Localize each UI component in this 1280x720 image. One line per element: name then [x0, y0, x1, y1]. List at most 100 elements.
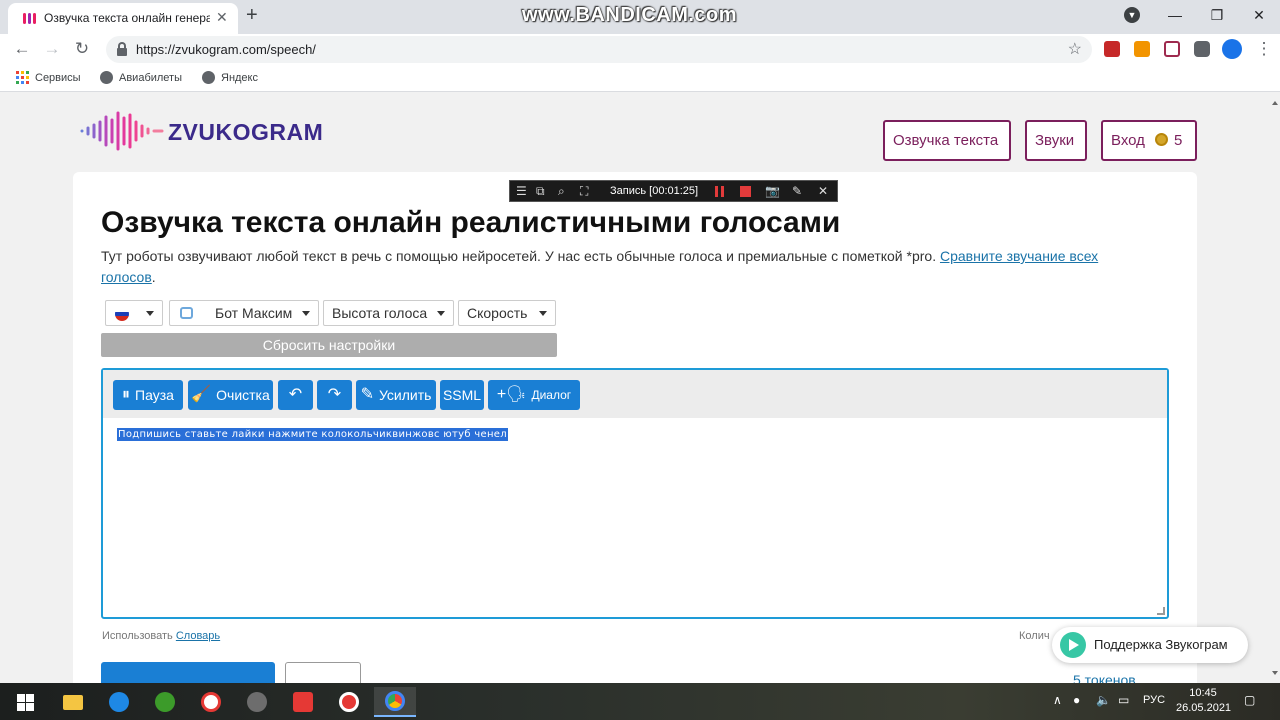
notifications-icon[interactable]: ▢	[1244, 693, 1255, 707]
editor-text[interactable]: Подпишись ставьте лайки нажмите колоколь…	[117, 428, 508, 441]
back-icon[interactable]: ←	[10, 37, 34, 61]
dictionary-link[interactable]: Словарь	[176, 630, 220, 642]
utorrent-button[interactable]	[146, 687, 184, 717]
bandicam-button[interactable]	[330, 687, 368, 717]
pdf-extension-icon[interactable]	[1104, 41, 1120, 57]
globe-icon	[202, 71, 215, 84]
scroll-up-icon[interactable]	[1272, 101, 1278, 105]
address-bar[interactable]: https://zvukogram.com/speech/ ☆	[106, 36, 1092, 63]
pause-button[interactable]: ⏸ Пауза	[113, 380, 183, 410]
bookmark-star-icon[interactable]: ☆	[1068, 39, 1082, 59]
volume-icon[interactable]: 🔈	[1096, 693, 1111, 707]
menu-icon[interactable]: ☰	[516, 184, 527, 198]
reload-icon[interactable]: ↻	[70, 37, 94, 61]
page-description: Тут роботы озвучивают любой текст в речь…	[101, 246, 1131, 288]
reset-settings-button[interactable]: Сбросить настройки	[101, 333, 557, 357]
new-tab-icon[interactable]: +	[246, 4, 258, 27]
pause-recording-icon[interactable]	[715, 186, 724, 197]
edge-button[interactable]	[100, 687, 138, 717]
browser-tab[interactable]: Озвучка текста онлайн генерат ✕	[8, 3, 238, 34]
page-scrollbar[interactable]	[1270, 93, 1280, 683]
chrome-button[interactable]	[374, 687, 416, 717]
bookmark-aviatickets[interactable]: Авиабилеты	[100, 71, 182, 84]
text-editor[interactable]: ⏸ Пауза 🧹 Очистка ↶ ↷ ✎ Усилить SSML +🗣 …	[101, 368, 1169, 619]
fullscreen-icon[interactable]: ⛶	[580, 184, 588, 199]
tab-close-icon[interactable]: ✕	[216, 9, 228, 26]
tokens-counter: 5 токенов	[1073, 672, 1136, 683]
speed-select[interactable]: Скорость	[458, 300, 556, 326]
pause-label: Пауза	[135, 387, 174, 403]
close-recorder-icon[interactable]: ✕	[818, 184, 828, 198]
dialog-button[interactable]: +🗣 Диалог	[488, 380, 580, 410]
boost-label: Усилить	[378, 387, 432, 403]
boost-button[interactable]: ✎ Усилить	[356, 380, 436, 410]
pencil-icon[interactable]: ✎	[792, 184, 802, 198]
tray-app-icon[interactable]: ●	[1073, 693, 1080, 707]
extension-orange-icon[interactable]	[1134, 41, 1150, 57]
page-title: Озвучка текста онлайн реалистичными голо…	[101, 206, 841, 239]
camera-icon[interactable]: 📷	[765, 184, 780, 198]
select-area-icon[interactable]: ⌕	[558, 184, 565, 199]
bookmark-label: Яндекс	[221, 71, 258, 84]
windows-taskbar: ∧ ● 🔈 ▭ РУС 10:45 26.05.2021 ▢	[0, 683, 1280, 720]
yandex-icon	[293, 692, 313, 712]
restore-icon[interactable]: ❐	[1196, 0, 1238, 30]
support-chat-button[interactable]: Поддержка Звукограм	[1052, 627, 1248, 663]
description-end: .	[151, 269, 156, 285]
voice-select[interactable]: Бот Максим	[169, 300, 319, 326]
bookmark-apps[interactable]: Сервисы	[16, 71, 81, 84]
forward-icon[interactable]: →	[40, 37, 64, 61]
keyboard-language[interactable]: РУС	[1143, 694, 1165, 706]
tray-expand-icon[interactable]: ∧	[1053, 693, 1062, 707]
chevron-down-icon	[302, 311, 310, 316]
pitch-select[interactable]: Высота голоса	[323, 300, 454, 326]
browser-toolbar: ← → ↻ https://zvukogram.com/speech/ ☆ ⋮	[0, 34, 1280, 64]
nav-tts-button[interactable]: Озвучка текста	[883, 120, 1011, 161]
undo-button[interactable]: ↶	[278, 380, 313, 410]
generate-button[interactable]	[101, 662, 275, 683]
site-logo[interactable]: ZVUKOGRAM	[78, 111, 358, 151]
soundwave-logo-icon	[80, 111, 164, 151]
clear-button[interactable]: 🧹 Очистка	[188, 380, 273, 410]
robot-icon	[180, 307, 193, 319]
browser-menu-icon[interactable]: ⋮	[1252, 37, 1276, 61]
file-explorer-button[interactable]	[54, 687, 92, 717]
minimize-icon[interactable]: —	[1154, 0, 1196, 30]
yandex-browser-button[interactable]	[192, 687, 230, 717]
ssml-button[interactable]: SSML	[440, 380, 484, 410]
recording-status: Запись [00:01:25]	[610, 185, 699, 197]
window-close-icon[interactable]: ✕	[1238, 0, 1280, 30]
recording-toolbar: ☰ ⧉ ⌕ ⛶ Запись [00:01:25] 📷 ✎ ✕	[509, 180, 838, 202]
resize-handle[interactable]	[1157, 607, 1165, 615]
voice-select-value: Бот Максим	[215, 305, 293, 321]
window-mode-icon[interactable]: ⧉	[536, 184, 545, 199]
battery-icon[interactable]: ▭	[1118, 693, 1129, 707]
secondary-button[interactable]	[285, 662, 361, 683]
broom-icon: 🧹	[191, 386, 212, 403]
nav-sounds-button[interactable]: Звуки	[1025, 120, 1087, 161]
profile-menu-icon[interactable]: ▼	[1124, 7, 1140, 23]
character-count-label: Колич	[1019, 630, 1050, 642]
coin-balance: 5	[1173, 132, 1183, 149]
profile-avatar-icon[interactable]	[1222, 39, 1242, 59]
clock[interactable]: 10:45 26.05.2021	[1176, 686, 1231, 716]
utorrent-icon	[155, 692, 175, 712]
support-label: Поддержка Звукограм	[1094, 637, 1228, 652]
chevron-down-icon	[539, 311, 547, 316]
extension-bookmark-icon[interactable]	[1164, 41, 1180, 57]
stop-recording-icon[interactable]	[740, 186, 751, 197]
language-select[interactable]	[105, 300, 163, 326]
bookmarks-bar: Сервисы Авиабилеты Яндекс	[0, 64, 1280, 92]
game-button[interactable]	[238, 687, 276, 717]
bandicam-icon	[339, 692, 359, 712]
russia-flag-icon	[115, 307, 129, 321]
start-button[interactable]	[6, 687, 44, 717]
nav-login-button[interactable]: Вход 5	[1101, 120, 1197, 161]
bookmark-yandex[interactable]: Яндекс	[202, 71, 258, 84]
scroll-down-icon[interactable]	[1272, 671, 1278, 675]
pitch-select-value: Высота голоса	[332, 305, 428, 321]
yandex-button[interactable]	[284, 687, 322, 717]
extensions-puzzle-icon[interactable]	[1194, 41, 1210, 57]
redo-button[interactable]: ↷	[317, 380, 352, 410]
speed-select-value: Скорость	[467, 305, 528, 321]
